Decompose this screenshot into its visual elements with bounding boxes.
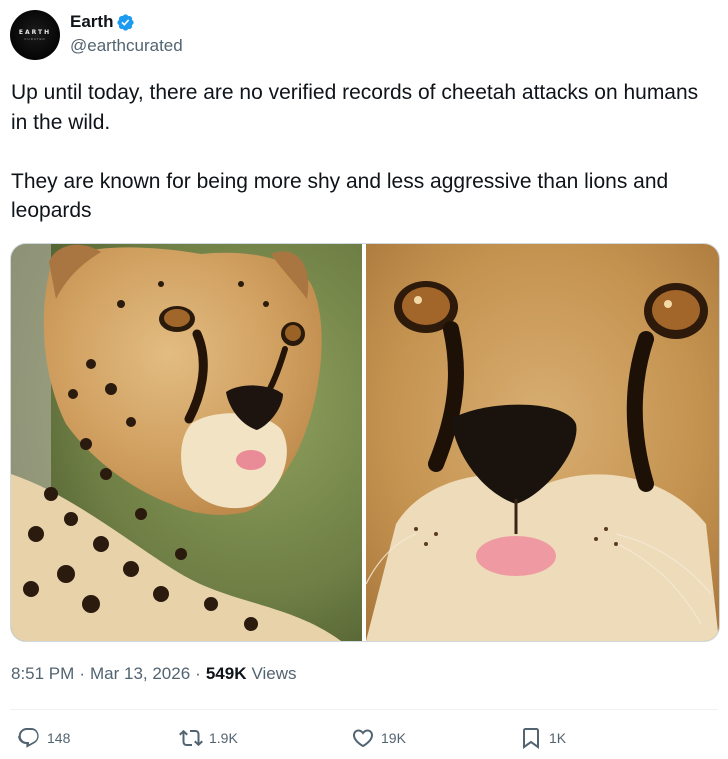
tweet-paragraph: They are known for being more shy and le… — [11, 169, 669, 223]
reply-icon — [18, 728, 39, 748]
retweet-button[interactable]: 1.9K — [179, 726, 238, 750]
tweet-header: EARTH CURATED Earth @earthcurated — [10, 10, 183, 66]
media-image-cheetah-closeup[interactable] — [366, 244, 719, 641]
reply-count: 148 — [47, 730, 71, 746]
tweet: EARTH CURATED Earth @earthcurated Up unt… — [0, 0, 728, 759]
bookmark-button[interactable]: 1K — [519, 726, 566, 750]
tweet-paragraph: Up until today, there are no verified re… — [11, 81, 699, 134]
views-count: 549K — [205, 664, 247, 683]
media-image-cheetah-portrait[interactable] — [11, 244, 362, 641]
action-bar: 148 1.9K 19K 1K — [17, 726, 717, 754]
tweet-text: Up until today, there are no verified re… — [11, 78, 711, 226]
verified-badge-icon — [117, 13, 135, 31]
meta-separator: · — [79, 664, 85, 683]
heart-icon — [352, 729, 374, 748]
author-handle[interactable]: @earthcurated — [70, 36, 183, 56]
retweet-icon — [179, 729, 203, 747]
post-date[interactable]: Mar 13, 2026 — [90, 664, 190, 684]
like-button[interactable]: 19K — [351, 726, 406, 750]
divider — [10, 709, 718, 710]
media-grid — [10, 243, 720, 642]
post-time[interactable]: 8:51 PM — [11, 664, 74, 684]
cheetah-closeup-illustration — [366, 244, 719, 641]
retweet-count: 1.9K — [209, 730, 238, 746]
reply-button[interactable]: 148 — [17, 726, 70, 750]
cheetah-portrait-illustration — [11, 244, 362, 641]
bookmark-icon — [523, 728, 539, 749]
meta-separator: · — [195, 664, 201, 683]
display-name-row: Earth — [70, 11, 183, 33]
avatar-logo-text: EARTH — [18, 29, 52, 36]
avatar-logo-subtext: CURATED — [24, 37, 46, 41]
author-names: Earth @earthcurated — [70, 10, 183, 56]
avatar[interactable]: EARTH CURATED — [10, 10, 60, 60]
tweet-meta: 8:51 PM · Mar 13, 2026 · 549K Views — [11, 664, 297, 684]
display-name[interactable]: Earth — [70, 12, 113, 32]
like-count: 19K — [381, 730, 406, 746]
views-label: Views — [251, 664, 297, 683]
bookmark-count: 1K — [549, 730, 567, 746]
